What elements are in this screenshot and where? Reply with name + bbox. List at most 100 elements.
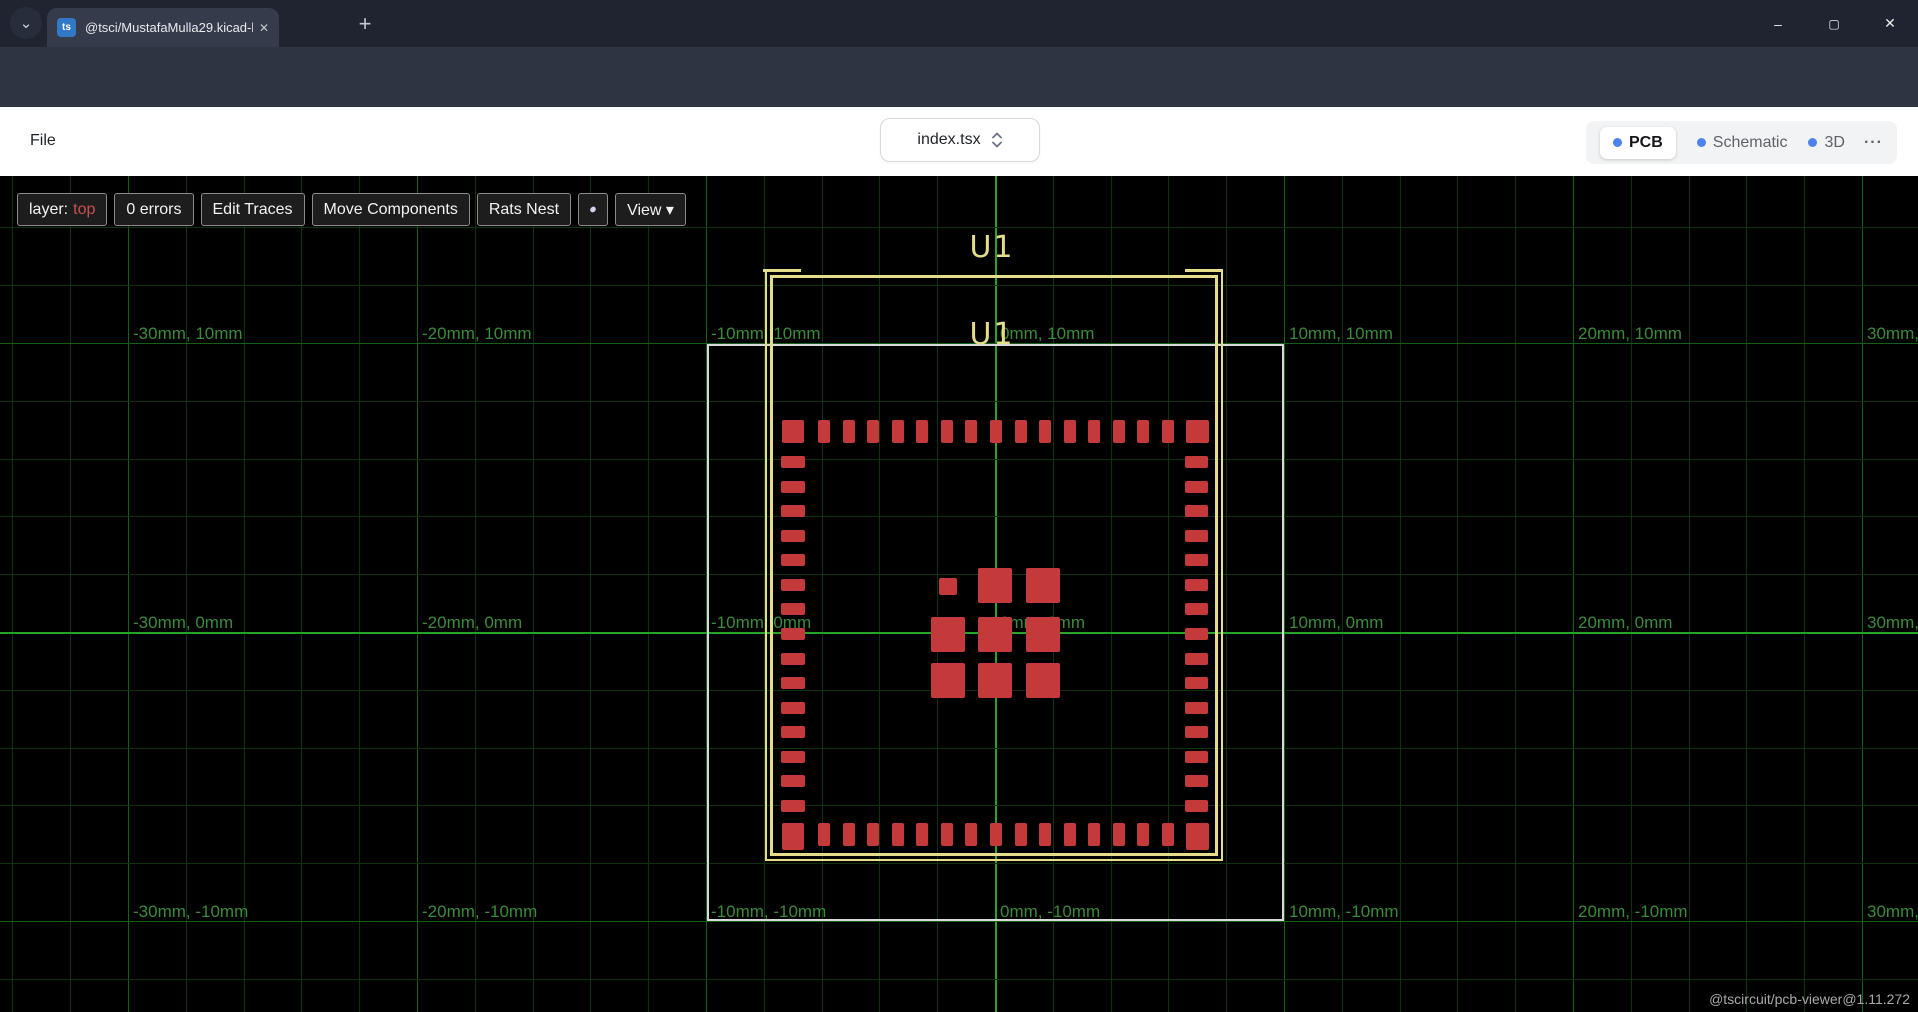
window-minimize-button[interactable]: – bbox=[1750, 0, 1806, 47]
pcb-pad[interactable] bbox=[1185, 456, 1208, 468]
pcb-pad[interactable] bbox=[1113, 420, 1125, 443]
pcb-pad[interactable] bbox=[1185, 554, 1208, 566]
pcb-pad[interactable] bbox=[1026, 617, 1060, 652]
pcb-pad[interactable] bbox=[781, 456, 805, 468]
pcb-pad[interactable] bbox=[1162, 823, 1174, 846]
pcb-pad[interactable] bbox=[843, 823, 855, 846]
view-more-button[interactable]: ··· bbox=[1864, 134, 1883, 152]
pcb-pad[interactable] bbox=[1185, 603, 1208, 615]
pcb-pad[interactable] bbox=[931, 663, 965, 698]
file-selector-dropdown[interactable]: index.tsx bbox=[880, 118, 1040, 162]
tab-pcb[interactable]: PCB bbox=[1600, 127, 1676, 159]
pcb-pad[interactable] bbox=[1185, 677, 1208, 689]
pcb-pad[interactable] bbox=[939, 578, 957, 595]
edit-pencil-button[interactable] bbox=[578, 193, 608, 226]
pcb-pad[interactable] bbox=[892, 420, 904, 443]
pcb-pad[interactable] bbox=[916, 420, 928, 443]
pcb-toolbar: layer: top 0 errors Edit Traces Move Com… bbox=[17, 193, 686, 226]
rats-nest-button[interactable]: Rats Nest bbox=[477, 193, 571, 226]
pcb-pad[interactable] bbox=[818, 420, 830, 443]
pcb-pad[interactable] bbox=[1137, 420, 1149, 443]
edit-traces-button[interactable]: Edit Traces bbox=[201, 193, 305, 226]
view-dropdown-button[interactable]: View ▾ bbox=[615, 193, 686, 226]
pcb-pad[interactable] bbox=[978, 568, 1012, 603]
pcb-pad[interactable] bbox=[1185, 702, 1208, 714]
grid-line bbox=[533, 176, 534, 1012]
file-menu-button[interactable]: File bbox=[30, 132, 56, 150]
pcb-pad[interactable] bbox=[1015, 823, 1027, 846]
pcb-pad[interactable] bbox=[1015, 420, 1027, 443]
pcb-pad[interactable] bbox=[1186, 420, 1209, 443]
tab-schematic[interactable]: Schematic bbox=[1697, 134, 1788, 152]
new-tab-button[interactable]: + bbox=[350, 9, 380, 39]
pcb-pad[interactable] bbox=[781, 775, 805, 787]
pcb-pad[interactable] bbox=[1186, 823, 1209, 850]
pcb-pad[interactable] bbox=[941, 823, 953, 846]
pcb-pad[interactable] bbox=[781, 726, 805, 738]
pcb-pad[interactable] bbox=[916, 823, 928, 846]
pcb-pad[interactable] bbox=[1185, 726, 1208, 738]
pcb-pad[interactable] bbox=[1185, 481, 1208, 493]
pcb-pad[interactable] bbox=[892, 823, 904, 846]
pcb-pad[interactable] bbox=[965, 823, 977, 846]
pcb-pad[interactable] bbox=[781, 554, 805, 566]
pcb-pad[interactable] bbox=[781, 481, 805, 493]
pcb-pad[interactable] bbox=[867, 420, 879, 443]
pcb-pad[interactable] bbox=[1185, 579, 1208, 591]
pcb-pad[interactable] bbox=[781, 579, 805, 591]
pcb-pad[interactable] bbox=[1039, 420, 1051, 443]
browser-tab[interactable]: ts @tsci/MustafaMulla29.kicad-lib ✕ bbox=[47, 8, 279, 47]
pcb-pad[interactable] bbox=[782, 420, 804, 443]
pcb-pad[interactable] bbox=[1185, 505, 1208, 517]
pcb-pad[interactable] bbox=[1185, 628, 1208, 640]
pcb-pad[interactable] bbox=[1185, 751, 1208, 763]
pcb-pad[interactable] bbox=[781, 530, 805, 542]
errors-button[interactable]: 0 errors bbox=[114, 193, 193, 226]
tab-3d[interactable]: 3D bbox=[1808, 134, 1844, 152]
pcb-pad[interactable] bbox=[1026, 568, 1060, 603]
pcb-pad[interactable] bbox=[1113, 823, 1125, 846]
pcb-pad[interactable] bbox=[781, 603, 805, 615]
pcb-pad[interactable] bbox=[781, 751, 805, 763]
pcb-canvas[interactable]: -30mm, 10mm-20mm, 10mm-10mm, 10mm0mm, 10… bbox=[0, 176, 1918, 1012]
pcb-pad[interactable] bbox=[1185, 653, 1208, 665]
pcb-pad[interactable] bbox=[781, 505, 805, 517]
tab-title: @tsci/MustafaMulla29.kicad-lib bbox=[85, 20, 253, 35]
pcb-pad[interactable] bbox=[1064, 420, 1076, 443]
pcb-pad[interactable] bbox=[843, 420, 855, 443]
pcb-pad[interactable] bbox=[1088, 420, 1100, 443]
pcb-pad[interactable] bbox=[1088, 823, 1100, 846]
pcb-pad[interactable] bbox=[990, 420, 1002, 443]
pcb-pad[interactable] bbox=[931, 617, 965, 652]
pcb-pad[interactable] bbox=[1064, 823, 1076, 846]
pcb-pad[interactable] bbox=[867, 823, 879, 846]
pcb-pad[interactable] bbox=[818, 823, 830, 846]
pcb-pad[interactable] bbox=[941, 420, 953, 443]
pcb-pad[interactable] bbox=[781, 800, 805, 812]
pcb-pad[interactable] bbox=[978, 617, 1012, 652]
pcb-pad[interactable] bbox=[1026, 663, 1060, 698]
pcb-pad[interactable] bbox=[1185, 530, 1208, 542]
grid-line bbox=[1746, 176, 1747, 1012]
pcb-pad[interactable] bbox=[1039, 823, 1051, 846]
pcb-pad[interactable] bbox=[781, 653, 805, 665]
pcb-pad[interactable] bbox=[1137, 823, 1149, 846]
pcb-pad[interactable] bbox=[1162, 420, 1174, 443]
layer-button[interactable]: layer: top bbox=[17, 193, 107, 226]
pcb-pad[interactable] bbox=[781, 677, 805, 689]
move-components-button[interactable]: Move Components bbox=[312, 193, 470, 226]
layer-value: top bbox=[73, 201, 95, 219]
pcb-pad[interactable] bbox=[781, 702, 805, 714]
tab-search-icon[interactable]: ⌄ bbox=[10, 7, 42, 39]
pcb-pad[interactable] bbox=[978, 663, 1012, 698]
pcb-pad[interactable] bbox=[781, 628, 805, 640]
pcb-pad[interactable] bbox=[1185, 775, 1208, 787]
pcb-pad[interactable] bbox=[782, 823, 804, 850]
window-maximize-button[interactable]: ▢ bbox=[1806, 0, 1862, 47]
pcb-pad[interactable] bbox=[965, 420, 977, 443]
pcb-pad[interactable] bbox=[990, 823, 1002, 846]
pcb-pad[interactable] bbox=[1185, 800, 1208, 812]
window-close-button[interactable]: ✕ bbox=[1862, 0, 1918, 47]
tab-close-icon[interactable]: ✕ bbox=[259, 21, 269, 35]
grid-line bbox=[70, 176, 71, 1012]
